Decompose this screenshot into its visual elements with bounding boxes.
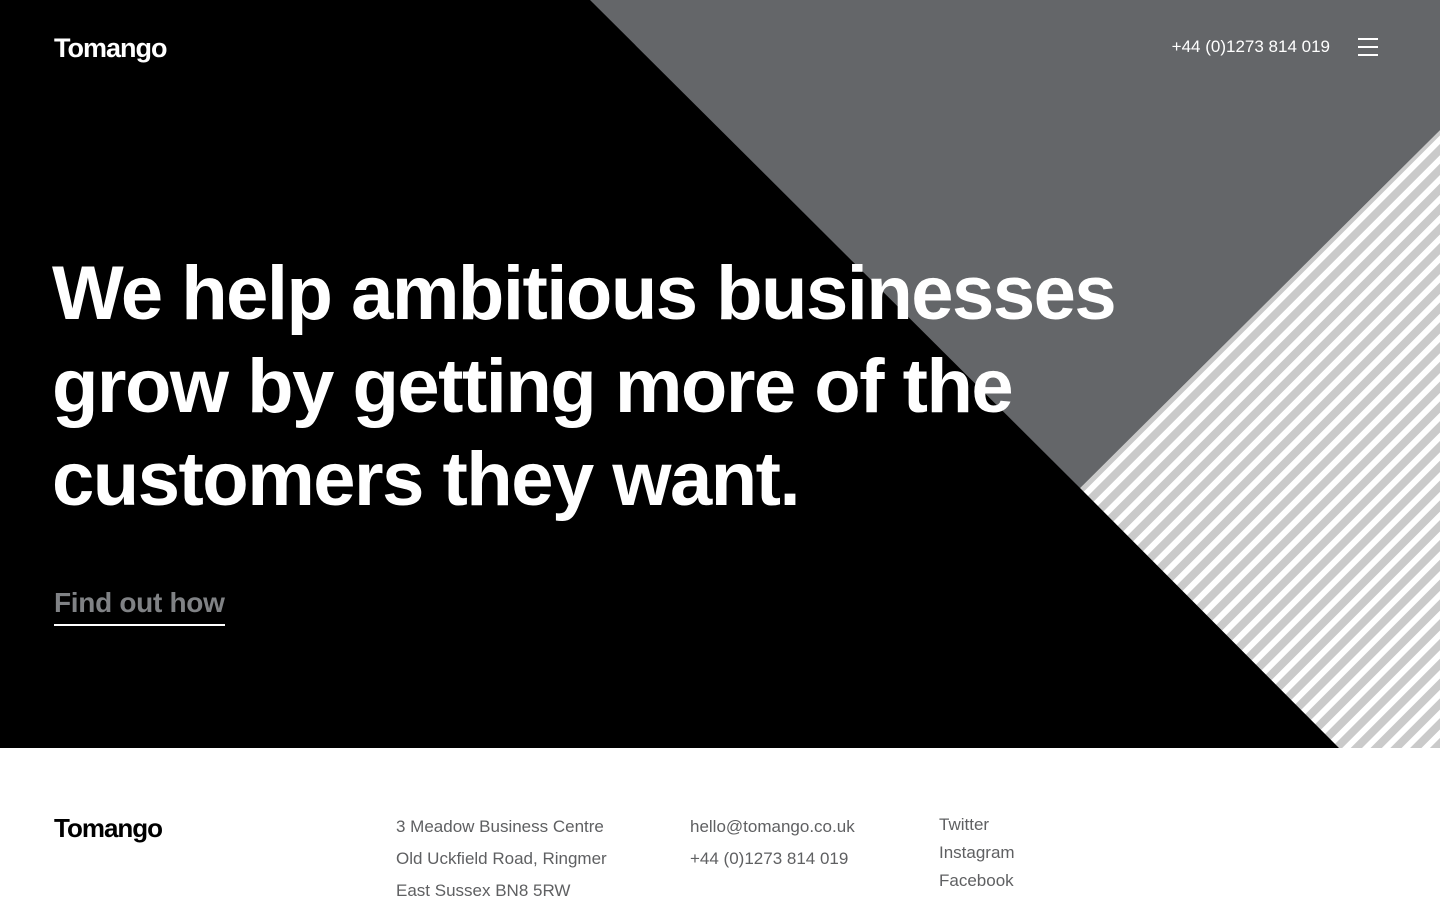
- site-footer: Tomango 3 Meadow Business Centre Old Uck…: [0, 748, 1440, 900]
- hamburger-menu-icon[interactable]: [1356, 37, 1380, 57]
- footer-email-link[interactable]: hello@tomango.co.uk: [690, 817, 855, 836]
- find-out-how-link[interactable]: Find out how: [54, 585, 225, 626]
- footer-phone-link[interactable]: +44 (0)1273 814 019: [690, 849, 848, 868]
- facebook-link[interactable]: Facebook: [939, 871, 1014, 890]
- header-phone-link[interactable]: +44 (0)1273 814 019: [1172, 37, 1330, 57]
- footer-logo[interactable]: Tomango: [54, 812, 163, 844]
- headline-line: customers they want.: [52, 437, 801, 522]
- menu-line: [1358, 54, 1378, 56]
- hero-headline: We help ambitious businesses grow by get…: [52, 247, 1152, 526]
- address-line: East Sussex BN8 5RW: [396, 881, 571, 900]
- headline-line: grow by getting more of the: [52, 344, 1014, 429]
- headline-line: We help ambitious businesses: [52, 251, 1117, 336]
- instagram-link[interactable]: Instagram: [939, 843, 1015, 862]
- footer-address: 3 Meadow Business Centre Old Uckfield Ro…: [396, 811, 607, 907]
- footer-contact: hello@tomango.co.uk +44 (0)1273 814 019: [690, 811, 855, 875]
- menu-line: [1358, 38, 1378, 40]
- menu-line: [1358, 46, 1378, 48]
- hero-section: Tomango +44 (0)1273 814 019 We help ambi…: [0, 0, 1440, 748]
- site-logo[interactable]: Tomango: [54, 31, 167, 65]
- twitter-link[interactable]: Twitter: [939, 815, 989, 834]
- footer-social-links: Twitter Instagram Facebook: [939, 811, 1015, 895]
- address-line: 3 Meadow Business Centre: [396, 817, 604, 836]
- address-line: Old Uckfield Road, Ringmer: [396, 849, 607, 868]
